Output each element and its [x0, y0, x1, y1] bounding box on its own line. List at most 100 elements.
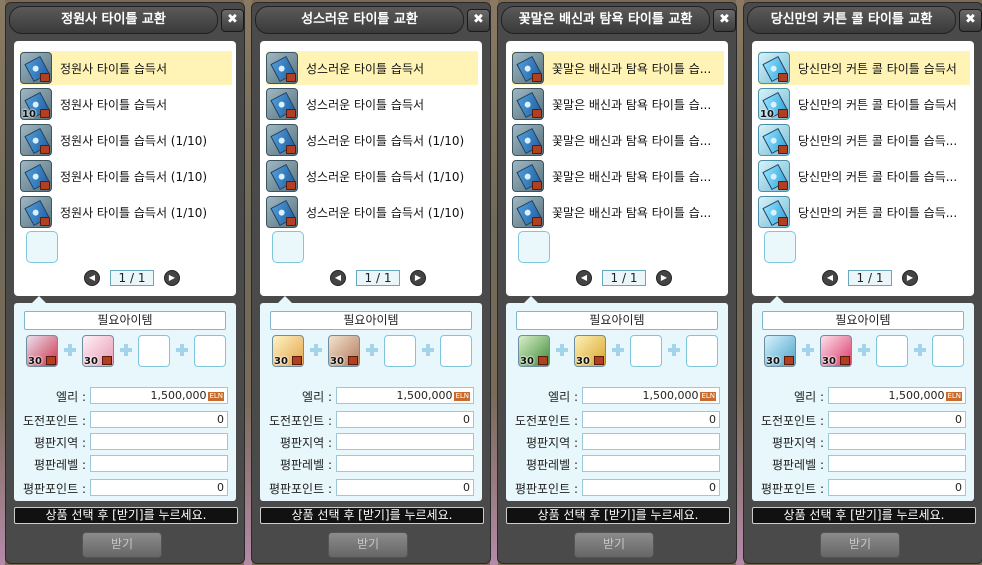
field-value: 1,500,000 ELN [828, 387, 966, 404]
prev-page-button[interactable]: ◀ [822, 270, 838, 286]
reward-list-item[interactable]: 성스러운 타이틀 습득서 (1/10) [266, 195, 478, 229]
pagination: ◀ 1 / 1 ▶ [576, 270, 672, 286]
lock-icon [532, 181, 542, 190]
required-item-icon[interactable]: 30 [26, 335, 58, 367]
prev-page-button[interactable]: ◀ [576, 270, 592, 286]
receive-button[interactable]: 받기 [82, 532, 162, 558]
reward-list-item[interactable]: 꽃말은 배신과 탐욕 타이틀 습... [512, 159, 724, 193]
reward-list-item[interactable]: 10 정원사 타이틀 습득서 [20, 87, 232, 121]
field-label: 평판포인트 : [22, 482, 86, 496]
receive-button[interactable]: 받기 [574, 532, 654, 558]
reward-list-item[interactable]: 꽃말은 배신과 탐욕 타이틀 습... [512, 195, 724, 229]
empty-required-slot [630, 335, 662, 367]
next-page-button[interactable]: ▶ [410, 270, 426, 286]
lock-icon [778, 181, 788, 190]
prev-page-button[interactable]: ◀ [84, 270, 100, 286]
item-name: 정원사 타이틀 습득서 [60, 97, 167, 112]
required-item-icon[interactable]: 30 [328, 335, 360, 367]
reward-list-item[interactable]: 정원사 타이틀 습득서 [20, 51, 232, 85]
field-value [582, 433, 720, 450]
required-items-header: 필요아이템 [24, 311, 226, 330]
reward-list-item[interactable]: 당신만의 커튼 콜 타이틀 습득... [758, 123, 970, 157]
item-name: 당신만의 커튼 콜 타이틀 습득... [798, 133, 958, 148]
field-value-text: 0 [955, 413, 962, 426]
title-exchange-window: 성스러운 타이틀 교환 ✖ 성스러운 타이틀 습득서 성스러운 타이틀 습득서 성스러운… [251, 2, 491, 564]
title-scroll-icon [512, 52, 544, 84]
required-item-icon[interactable]: 30 [820, 335, 852, 367]
plus-icon [366, 344, 378, 356]
close-button[interactable]: ✖ [959, 9, 982, 32]
required-quantity: 30 [274, 356, 288, 367]
close-button[interactable]: ✖ [467, 9, 490, 32]
next-page-button[interactable]: ▶ [164, 270, 180, 286]
required-item-icon[interactable]: 30 [272, 335, 304, 367]
required-quantity: 30 [520, 356, 534, 367]
empty-item-slot[interactable] [764, 231, 796, 263]
item-name: 당신만의 커튼 콜 타이틀 습득서 [798, 97, 957, 112]
prev-page-button[interactable]: ◀ [330, 270, 346, 286]
empty-item-slot[interactable] [272, 231, 304, 263]
required-items-area: 필요아이템 30 30 엘리 : 1,500,000 ELN 도전포인트 : 0 평판지역 : 평… [14, 303, 236, 501]
reward-list-item[interactable]: 성스러운 타이틀 습득서 [266, 51, 478, 85]
plus-icon [556, 344, 568, 356]
plus-icon [120, 344, 132, 356]
reward-list-item[interactable]: 꽃말은 배신과 탐욕 타이틀 습... [512, 51, 724, 85]
required-item-icon[interactable]: 30 [518, 335, 550, 367]
field-value: 0 [336, 411, 474, 428]
reward-list-item[interactable]: 꽃말은 배신과 탐욕 타이틀 습... [512, 123, 724, 157]
next-page-button[interactable]: ▶ [902, 270, 918, 286]
reward-list-item[interactable]: 성스러운 타이틀 습득서 [266, 87, 478, 121]
item-name: 정원사 타이틀 습득서 (1/10) [60, 169, 208, 184]
item-name: 당신만의 커튼 콜 타이틀 습득... [798, 169, 958, 184]
field-value: 1,500,000 ELN [90, 387, 228, 404]
lock-icon [102, 356, 112, 365]
field-label: 평판레벨 : [771, 458, 824, 472]
item-name: 정원사 타이틀 습득서 (1/10) [60, 133, 208, 148]
field-value-text: 0 [217, 413, 224, 426]
receive-button[interactable]: 받기 [328, 532, 408, 558]
receive-button[interactable]: 받기 [820, 532, 900, 558]
reward-list-item[interactable]: 성스러운 타이틀 습득서 (1/10) [266, 123, 478, 157]
item-name: 성스러운 타이틀 습득서 (1/10) [306, 169, 465, 184]
field-label: 도전포인트 : [760, 414, 824, 428]
window-title: 꽃말은 배신과 탐욕 타이틀 교환 [501, 6, 710, 34]
title-scroll-icon [758, 124, 790, 156]
empty-required-slot [138, 335, 170, 367]
item-name: 성스러운 타이틀 습득서 [306, 61, 425, 76]
required-item-icon[interactable]: 30 [82, 335, 114, 367]
currency-icon: ELN [946, 391, 962, 401]
close-button[interactable]: ✖ [221, 9, 244, 32]
reward-list-item[interactable]: 정원사 타이틀 습득서 (1/10) [20, 159, 232, 193]
close-button[interactable]: ✖ [713, 9, 736, 32]
reward-list-item[interactable]: 꽃말은 배신과 탐욕 타이틀 습... [512, 87, 724, 121]
reward-list-item[interactable]: 정원사 타이틀 습득서 (1/10) [20, 195, 232, 229]
field-label: 도전포인트 : [22, 414, 86, 428]
empty-item-slot[interactable] [518, 231, 550, 263]
window-title: 정원사 타이틀 교환 [9, 6, 218, 34]
reward-list-item[interactable]: 당신만의 커튼 콜 타이틀 습득서 [758, 51, 970, 85]
reward-list-item[interactable]: 정원사 타이틀 습득서 (1/10) [20, 123, 232, 157]
reward-list-item[interactable]: 당신만의 커튼 콜 타이틀 습득... [758, 159, 970, 193]
plus-icon [422, 344, 434, 356]
reward-list-item[interactable]: 당신만의 커튼 콜 타이틀 습득... [758, 195, 970, 229]
required-item-icon[interactable]: 30 [574, 335, 606, 367]
empty-item-slot[interactable] [26, 231, 58, 263]
reward-list-item[interactable]: 성스러운 타이틀 습득서 (1/10) [266, 159, 478, 193]
required-quantity: 30 [28, 356, 42, 367]
window-title: 성스러운 타이틀 교환 [255, 6, 464, 34]
item-name: 정원사 타이틀 습득서 [60, 61, 167, 76]
lock-icon [532, 217, 542, 226]
lock-icon [40, 145, 50, 154]
item-name: 정원사 타이틀 습득서 (1/10) [60, 205, 208, 220]
lock-icon [778, 217, 788, 226]
empty-required-slot [194, 335, 226, 367]
reward-list-item[interactable]: 10 당신만의 커튼 콜 타이틀 습득서 [758, 87, 970, 121]
empty-required-slot [440, 335, 472, 367]
plus-icon [310, 344, 322, 356]
next-page-button[interactable]: ▶ [656, 270, 672, 286]
lock-icon [594, 356, 604, 365]
required-item-icon[interactable]: 30 [764, 335, 796, 367]
field-value [90, 455, 228, 472]
field-label: 평판레벨 : [525, 458, 578, 472]
field-value: 0 [336, 479, 474, 496]
